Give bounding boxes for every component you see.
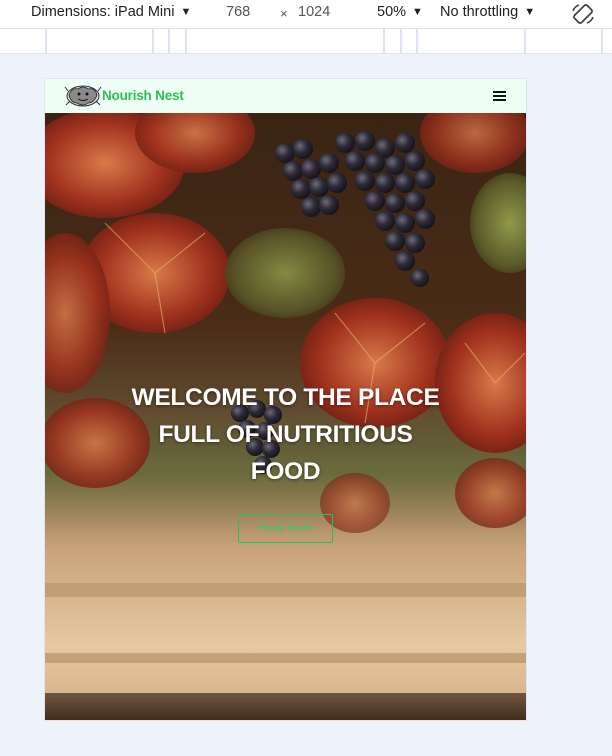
ruler-tick [400, 29, 402, 53]
ruler-tick [383, 29, 385, 53]
width-input[interactable]: 768 [226, 4, 250, 20]
media-query-ruler[interactable] [0, 28, 612, 54]
device-dimensions-select[interactable]: Dimensions: iPad Mini ▼ [31, 4, 191, 20]
zoom-label: 50% [377, 4, 407, 20]
ruler-tick [185, 29, 187, 53]
device-dimensions-label: Dimensions: iPad Mini [31, 4, 175, 20]
hero-headline-line: FULL OF NUTRITIOUS [158, 421, 413, 448]
device-viewport: Nourish Nest WELCOME TO THE PLACE FULL O… [45, 79, 526, 720]
ruler-tick [416, 29, 418, 53]
height-input[interactable]: 1024 [298, 4, 330, 20]
read-more-button[interactable]: Read More [238, 514, 333, 543]
caret-down-icon: ▼ [180, 6, 192, 18]
brand-name[interactable]: Nourish Nest [102, 88, 184, 103]
hero-section: WELCOME TO THE PLACE FULL OF NUTRITIOUS … [45, 113, 526, 720]
site-navbar: Nourish Nest [45, 79, 526, 113]
hero-headline-line: WELCOME TO THE PLACE [131, 384, 440, 411]
zoom-select[interactable]: 50% ▼ [377, 4, 423, 20]
device-toolbar: Dimensions: iPad Mini ▼ 768 × 1024 50% ▼ N… [0, 0, 612, 28]
ruler-tick [524, 29, 526, 53]
lion-logo-icon[interactable] [64, 83, 102, 109]
throttling-label: No throttling [440, 4, 519, 20]
ruler-tick [45, 29, 47, 53]
ruler-tick [601, 29, 603, 53]
caret-down-icon: ▼ [412, 6, 423, 18]
rotate-icon[interactable] [570, 2, 596, 26]
hamburger-menu-icon[interactable] [493, 91, 506, 101]
ruler-tick [152, 29, 154, 53]
caret-down-icon: ▼ [524, 6, 536, 18]
hero-headline-line: FOOD [250, 458, 321, 485]
ruler-tick [168, 29, 170, 53]
hero-headline: WELCOME TO THE PLACE FULL OF NUTRITIOUS … [95, 379, 476, 490]
throttling-select[interactable]: No throttling ▼ [440, 4, 535, 20]
dimension-separator: × [280, 6, 288, 21]
